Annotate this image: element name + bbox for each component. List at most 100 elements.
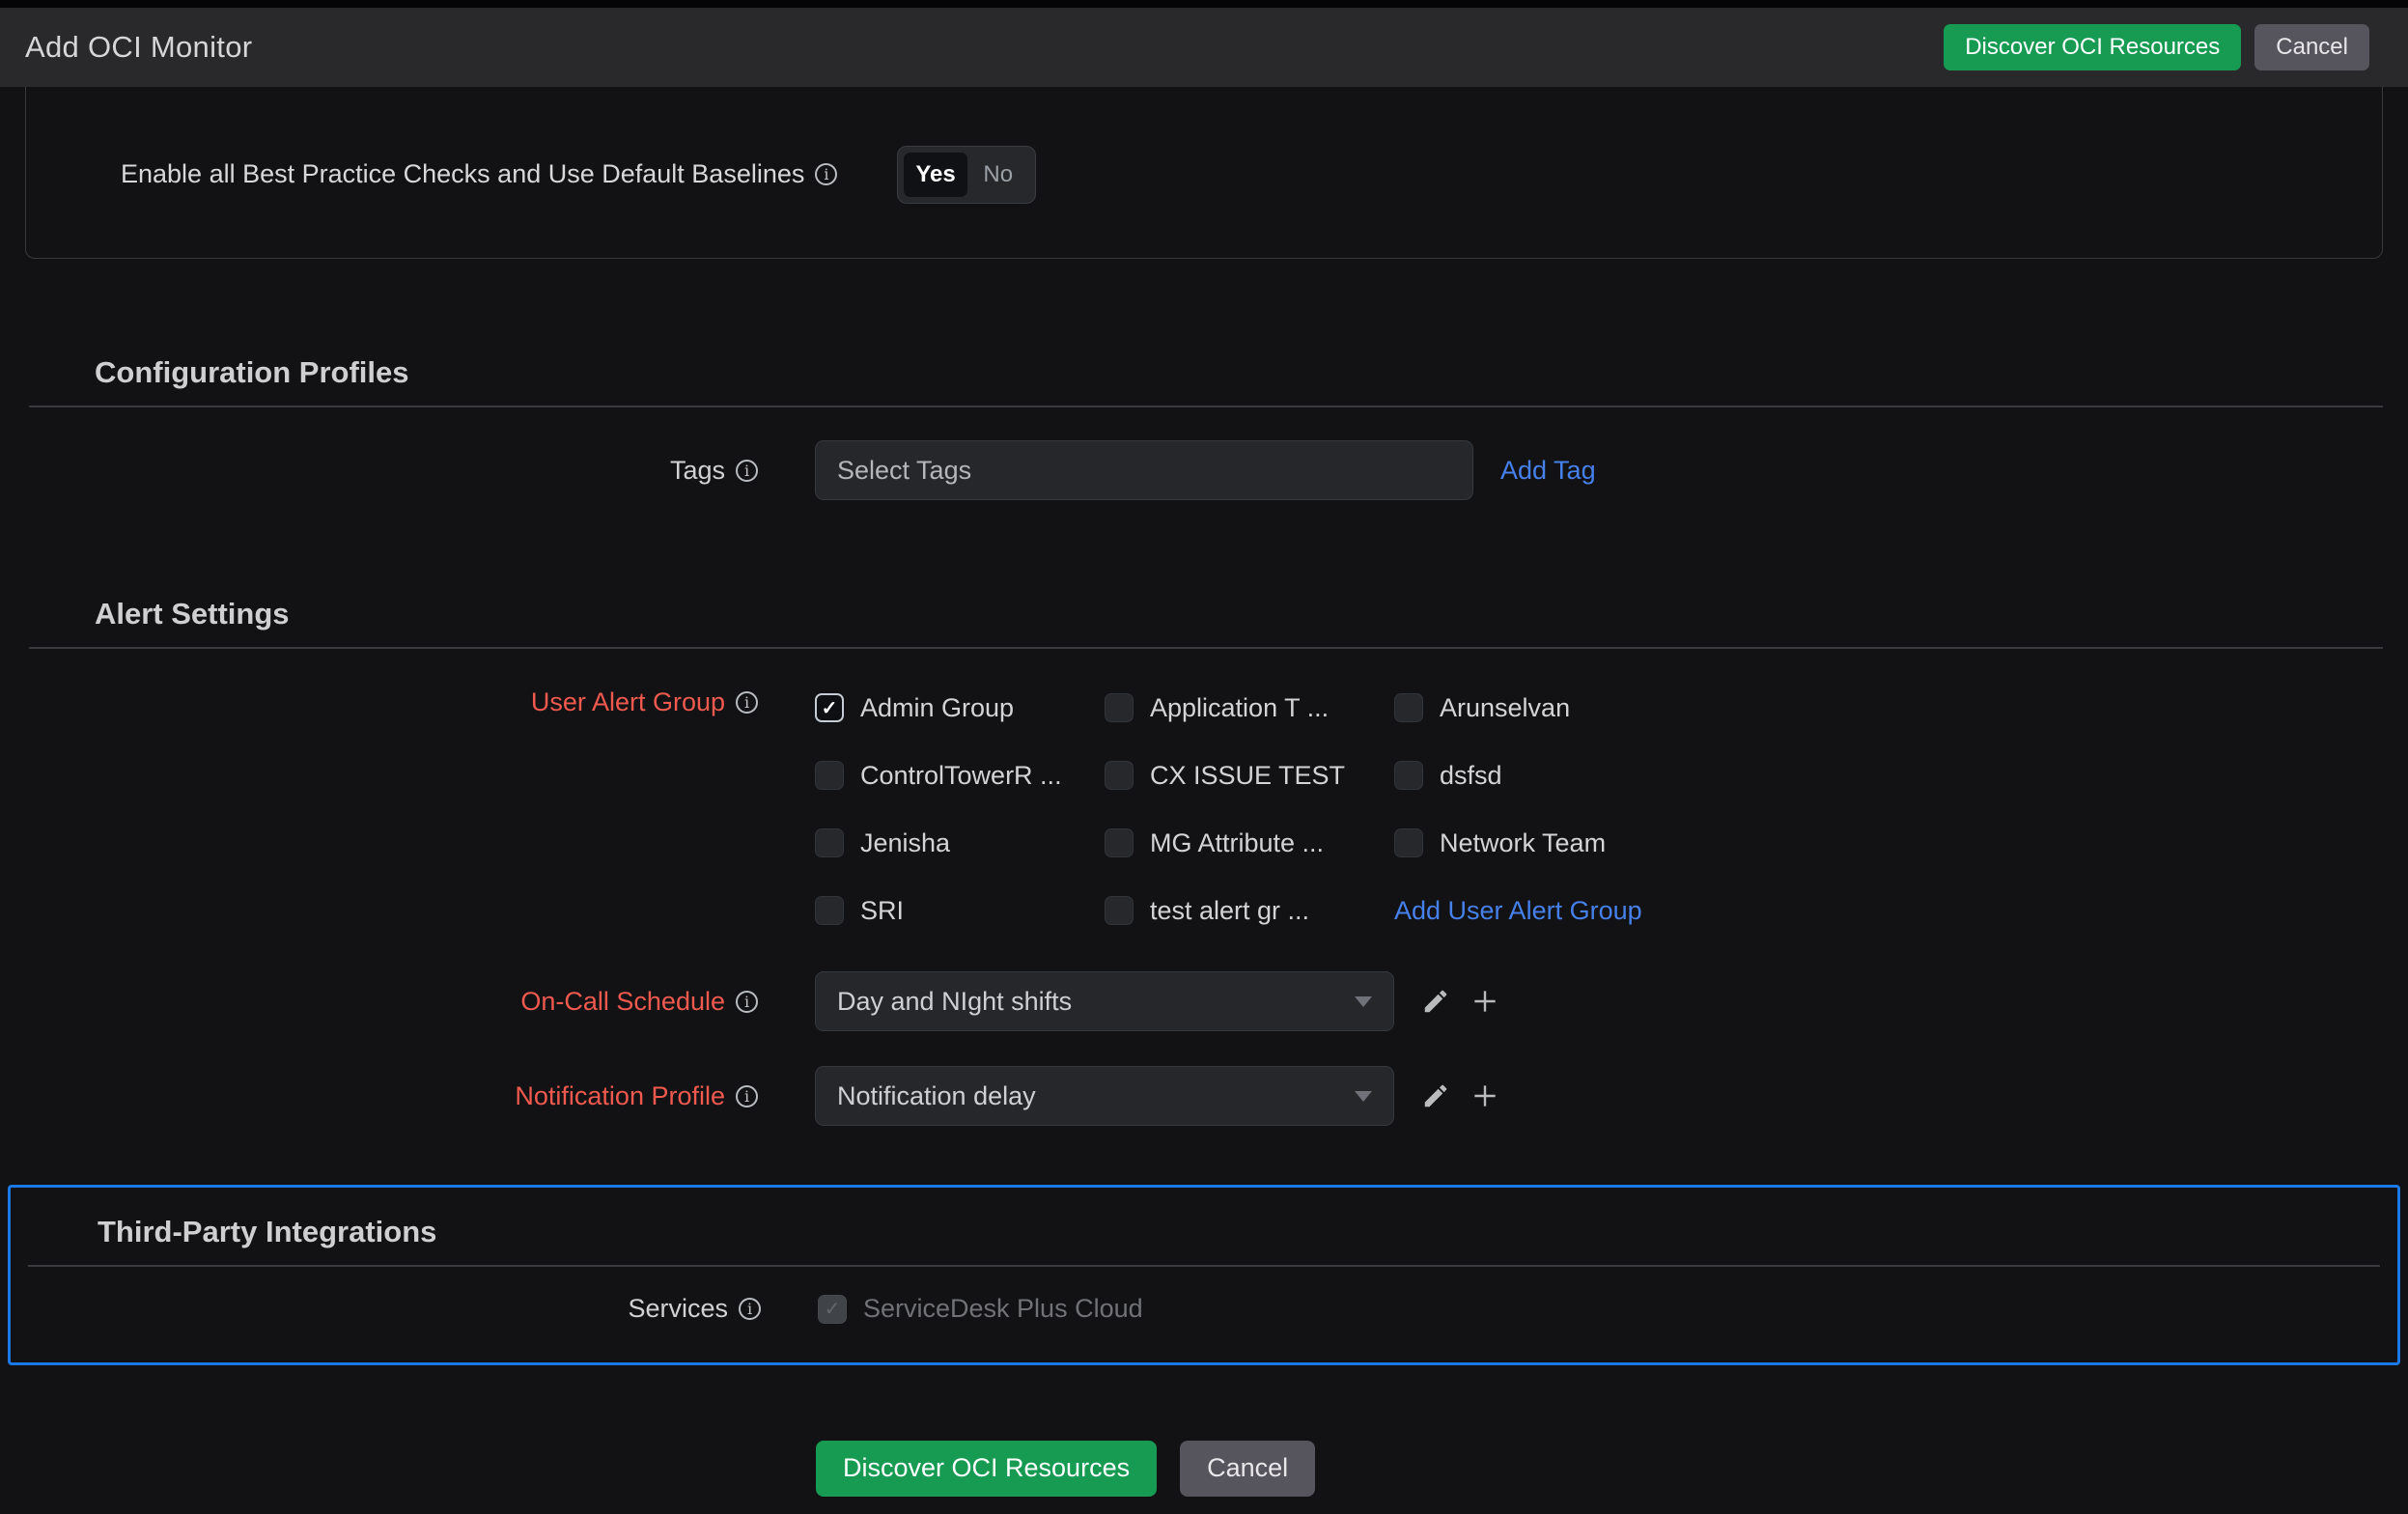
checkbox-unchecked[interactable]	[1105, 896, 1134, 925]
notification-profile-label: Notification Profile	[25, 1081, 758, 1111]
header-actions: Discover OCI Resources Cancel	[1944, 23, 2369, 71]
on-call-schedule-label: On-Call Schedule	[25, 987, 758, 1017]
third-party-integrations-panel: Third-Party Integrations Services Servic…	[8, 1185, 2400, 1365]
best-practice-panel: Enable all Best Practice Checks and Use …	[25, 87, 2383, 259]
cancel-button[interactable]: Cancel	[1180, 1441, 1316, 1497]
toggle-yes-option[interactable]: Yes	[904, 152, 967, 197]
checkbox-checked[interactable]	[815, 693, 844, 722]
toggle-no-option[interactable]: No	[967, 153, 1029, 197]
notification-profile-field: Notification delay	[815, 1066, 1500, 1126]
info-icon[interactable]	[815, 163, 838, 185]
info-icon[interactable]	[736, 691, 758, 714]
user-alert-group-option[interactable]: dsfsd	[1394, 761, 1642, 791]
user-alert-group-option[interactable]: Arunselvan	[1394, 693, 1642, 723]
user-alert-group-option[interactable]: CX ISSUE TEST	[1105, 761, 1394, 791]
edit-pencil-icon[interactable]	[1421, 987, 1450, 1016]
info-icon[interactable]	[736, 990, 758, 1013]
user-alert-group-option-label: Arunselvan	[1440, 692, 1571, 722]
on-call-schedule-select[interactable]: Day and NIght shifts	[815, 971, 1394, 1031]
user-alert-group-option[interactable]: test alert gr ...	[1105, 896, 1394, 926]
discover-oci-resources-button[interactable]: Discover OCI Resources	[816, 1441, 1158, 1497]
user-alert-group-label-text: User Alert Group	[530, 687, 725, 716]
checkbox-unchecked[interactable]	[815, 896, 844, 925]
best-practice-row: Enable all Best Practice Checks and Use …	[121, 145, 1036, 204]
notification-profile-select[interactable]: Notification delay	[815, 1066, 1394, 1126]
checkbox-unchecked[interactable]	[815, 761, 844, 790]
chevron-down-icon	[1355, 1090, 1372, 1102]
form-content: Enable all Best Practice Checks and Use …	[0, 87, 2408, 1497]
footer-actions: Discover OCI Resources Cancel	[816, 1441, 2383, 1497]
user-alert-group-option-label: Jenisha	[860, 827, 951, 857]
user-alert-group-option[interactable]: Jenisha	[815, 828, 1105, 858]
section-divider	[29, 406, 2383, 407]
info-icon[interactable]	[736, 459, 758, 482]
alert-settings-heading: Alert Settings	[95, 597, 290, 631]
add-plus-icon[interactable]	[1470, 986, 1500, 1017]
best-practice-label-text: Enable all Best Practice Checks and Use …	[121, 159, 805, 188]
checkbox-unchecked[interactable]	[1105, 761, 1134, 790]
add-plus-icon[interactable]	[1470, 1080, 1500, 1111]
on-call-schedule-field: Day and NIght shifts	[815, 971, 1500, 1031]
edit-pencil-icon[interactable]	[1421, 1081, 1450, 1110]
third-party-integrations-heading: Third-Party Integrations	[98, 1215, 437, 1248]
notification-profile-row: Notification Profile Notification delay	[25, 1066, 2383, 1126]
services-row: Services ServiceDesk Plus Cloud	[28, 1294, 2380, 1324]
discover-oci-resources-button[interactable]: Discover OCI Resources	[1944, 23, 2242, 71]
user-alert-group-option[interactable]: SRI	[815, 896, 1105, 926]
tags-label-text: Tags	[669, 455, 725, 485]
services-label: Services	[28, 1294, 761, 1324]
user-alert-group-label: User Alert Group	[25, 687, 758, 717]
user-alert-group-option-label: CX ISSUE TEST	[1150, 760, 1346, 790]
select-tags-input[interactable]: Select Tags	[815, 440, 1473, 500]
user-alert-group-grid: Admin Group Application T ... Arunselvan Co…	[815, 674, 1642, 944]
notification-profile-value: Notification delay	[837, 1080, 1036, 1110]
select-tags-placeholder: Select Tags	[837, 455, 972, 485]
user-alert-group-option-label: Network Team	[1440, 827, 1607, 857]
servicedesk-checkbox-disabled-checked	[818, 1294, 847, 1324]
add-tag-link[interactable]: Add Tag	[1500, 456, 1596, 486]
best-practice-label: Enable all Best Practice Checks and Use …	[121, 159, 838, 189]
user-alert-group-option-label: test alert gr ...	[1150, 895, 1310, 925]
user-alert-group-option-label: SRI	[860, 895, 905, 925]
checkbox-unchecked[interactable]	[1105, 828, 1134, 857]
tags-field: Select Tags Add Tag	[815, 440, 1596, 500]
user-alert-group-option[interactable]: Admin Group	[815, 693, 1105, 723]
add-user-alert-group-link[interactable]: Add User Alert Group	[1394, 896, 1642, 926]
header-bar: Add OCI Monitor Discover OCI Resources C…	[0, 8, 2408, 87]
best-practice-toggle[interactable]: Yes No	[897, 145, 1036, 204]
notification-profile-actions	[1421, 1080, 1500, 1111]
add-user-alert-group-cell: Add User Alert Group	[1394, 896, 1642, 926]
user-alert-group-option[interactable]: Application T ...	[1105, 693, 1394, 723]
info-icon[interactable]	[739, 1298, 761, 1320]
checkbox-unchecked[interactable]	[1394, 828, 1423, 857]
info-icon[interactable]	[736, 1084, 758, 1107]
on-call-schedule-actions	[1421, 986, 1500, 1017]
on-call-schedule-row: On-Call Schedule Day and NIght shifts	[25, 971, 2383, 1031]
user-alert-group-option[interactable]: ControlTowerR ...	[815, 761, 1105, 791]
user-alert-group-option[interactable]: Network Team	[1394, 828, 1642, 858]
user-alert-group-option-label: dsfsd	[1440, 760, 1502, 790]
checkbox-unchecked[interactable]	[815, 828, 844, 857]
on-call-schedule-value: Day and NIght shifts	[837, 986, 1073, 1016]
checkbox-unchecked[interactable]	[1394, 693, 1423, 722]
user-alert-group-option-label: Admin Group	[860, 692, 1015, 722]
configuration-profiles-heading: Configuration Profiles	[95, 355, 409, 389]
user-alert-group-option-label: MG Attribute ...	[1150, 827, 1325, 857]
page-title: Add OCI Monitor	[25, 30, 253, 64]
on-call-schedule-label-text: On-Call Schedule	[520, 986, 725, 1016]
window-top-edge	[0, 0, 2408, 8]
checkbox-unchecked[interactable]	[1105, 693, 1134, 722]
user-alert-group-option[interactable]: MG Attribute ...	[1105, 828, 1394, 858]
user-alert-group-option-label: Application T ...	[1150, 692, 1330, 722]
user-alert-group-field: Admin Group Application T ... Arunselvan Co…	[815, 649, 1642, 944]
user-alert-group-row: User Alert Group Admin Group Application …	[25, 649, 2383, 944]
cancel-button[interactable]: Cancel	[2254, 23, 2369, 71]
checkbox-unchecked[interactable]	[1394, 761, 1423, 790]
tags-label: Tags	[25, 456, 758, 486]
user-alert-group-option-label: ControlTowerR ...	[860, 760, 1062, 790]
services-field: ServiceDesk Plus Cloud	[818, 1294, 1143, 1324]
services-label-text: Services	[628, 1294, 728, 1323]
servicedesk-option-label: ServiceDesk Plus Cloud	[863, 1294, 1143, 1323]
section-divider	[28, 1265, 2380, 1267]
notification-profile-label-text: Notification Profile	[515, 1080, 725, 1110]
